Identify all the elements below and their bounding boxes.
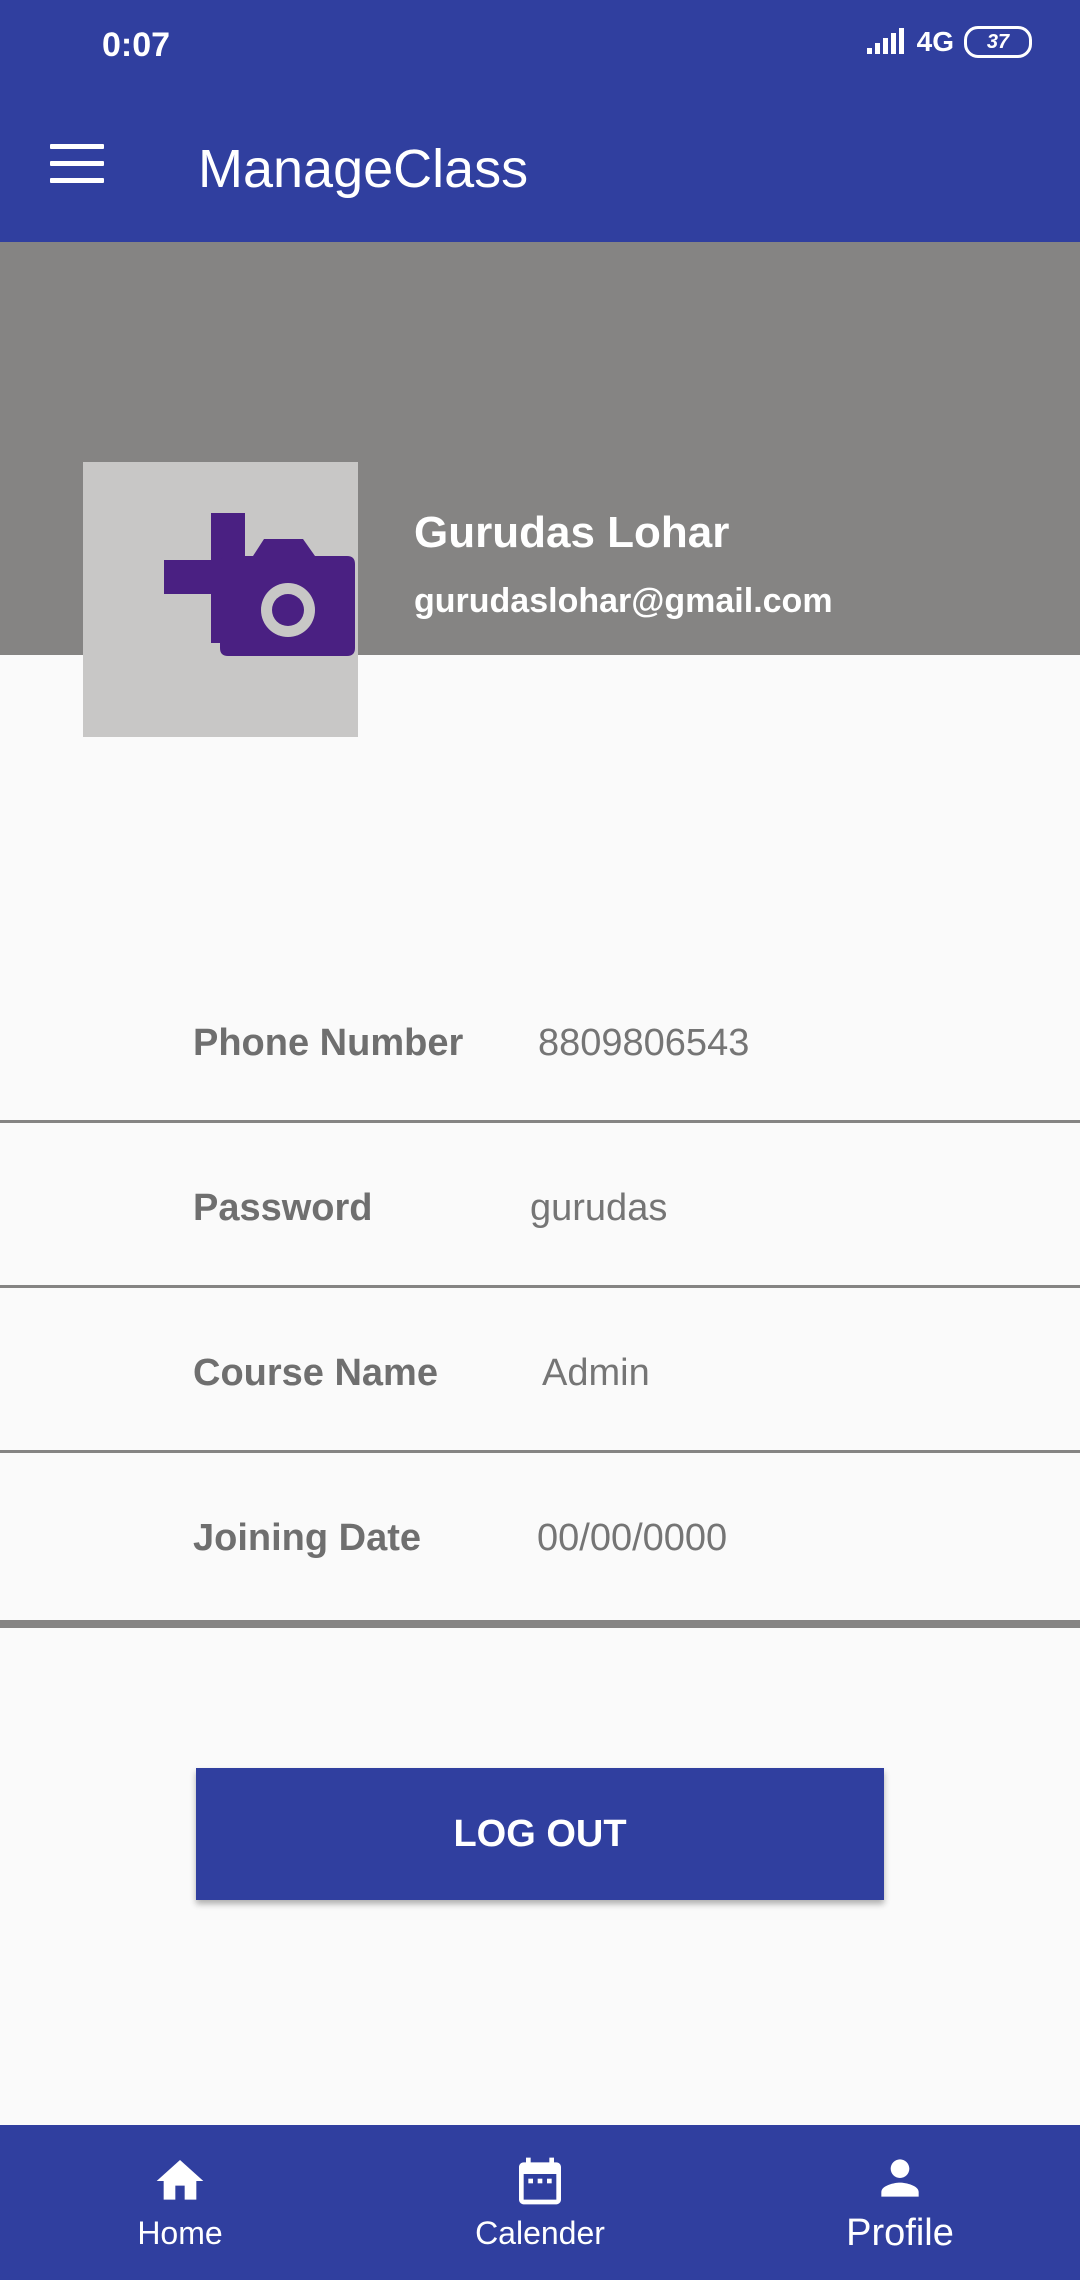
user-name: Gurudas Lohar [414,508,730,557]
nav-label: Calender [475,2215,605,2251]
field-row-phone: Phone Number 8809806543 [0,958,1080,1123]
field-row-password: Password gurudas [0,1123,1080,1288]
field-value: 00/00/0000 [537,1517,728,1559]
status-time: 0:07 [102,26,171,64]
signal-icon [866,28,904,54]
field-value: gurudas [530,1187,668,1229]
nav-label: Home [137,2215,223,2251]
bottom-navigation: Home Calender Profile [0,2125,1080,2280]
add-camera-icon [164,513,355,656]
field-row-joining-date: Joining Date 00/00/0000 [0,1453,1080,1628]
field-row-course: Course Name Admin [0,1288,1080,1453]
battery-icon: 37 [964,26,1032,58]
menu-icon[interactable] [50,144,104,184]
network-type: 4G [916,26,954,57]
field-label: Phone Number [193,1022,464,1064]
field-value: Admin [542,1352,650,1394]
nav-label: Profile [846,2212,954,2254]
calendar-icon [519,2157,561,2205]
status-bar: 0:07 4G 37 [0,0,1080,96]
person-icon [881,2159,919,2197]
nav-item-calendar[interactable]: Calender [360,2125,720,2280]
status-icons: 4G 37 [865,26,1032,58]
add-photo-button[interactable] [83,462,358,737]
app-title: ManageClass [198,139,529,199]
field-label: Course Name [193,1352,438,1394]
field-value: 8809806543 [538,1022,750,1064]
user-email: gurudaslohar@gmail.com [414,582,833,620]
home-icon [156,2160,204,2200]
nav-item-profile[interactable]: Profile [720,2125,1080,2280]
logout-button[interactable]: LOG OUT [196,1768,884,1900]
field-label: Joining Date [193,1517,422,1559]
app-bar: ManageClass [0,96,1080,242]
field-label: Password [193,1187,373,1229]
nav-item-home[interactable]: Home [0,2125,360,2280]
battery-level: 37 [986,30,1010,53]
